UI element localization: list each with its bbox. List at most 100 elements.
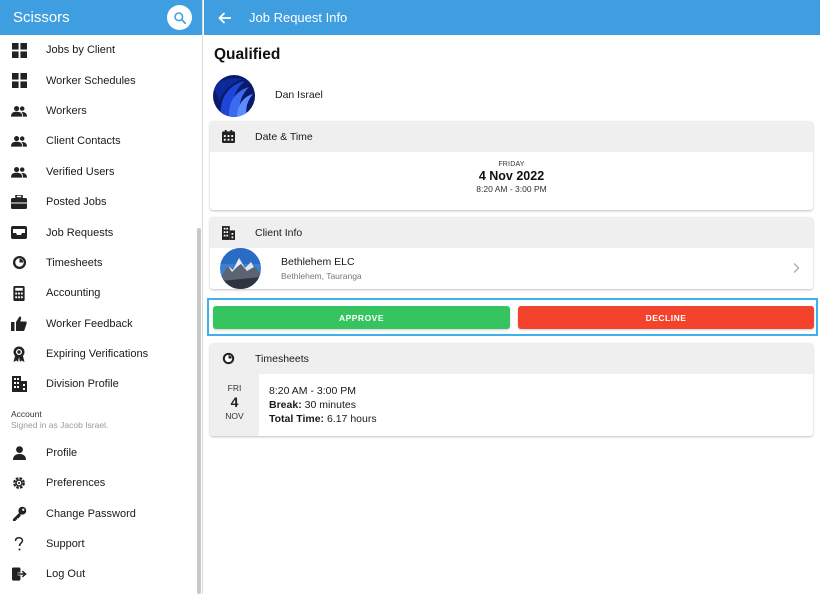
timesheet-details: 8:20 AM - 3:00 PM Break: 30 minutes Tota… <box>259 374 377 436</box>
client-photo <box>220 248 261 289</box>
sidebar-item-label: Preferences <box>46 477 106 490</box>
request-status: Qualified <box>214 46 281 63</box>
sidebar-item-label: Change Password <box>46 507 136 520</box>
app-title: Scissors <box>13 9 70 26</box>
search-icon <box>173 11 186 24</box>
sidebar-item-preferences[interactable]: Preferences <box>0 468 195 498</box>
client-info-card: Client Info Bethlehem ELC Bethlehem, Tau… <box>210 217 813 289</box>
back-button[interactable] <box>216 9 234 27</box>
sidebar-item-job-requests[interactable]: Job Requests <box>0 217 195 247</box>
building-icon <box>221 225 235 240</box>
timesheet-entry[interactable]: FRI 4 NOV 8:20 AM - 3:00 PM Break: 30 mi… <box>210 374 813 436</box>
break-value: 30 minutes <box>301 399 356 411</box>
people-icon <box>11 103 27 119</box>
sidebar-item-verified-users[interactable]: Verified Users <box>0 157 195 187</box>
sidebar-item-workers[interactable]: Workers <box>0 96 195 126</box>
sidebar-item-accounting[interactable]: Accounting <box>0 278 195 308</box>
sidebar-item-change-password[interactable]: Change Password <box>0 498 195 528</box>
decline-button[interactable]: DECLINE <box>518 306 814 329</box>
sidebar-item-worker-feedback[interactable]: Worker Feedback <box>0 309 195 339</box>
calculator-icon <box>11 285 27 301</box>
signed-in-text: Signed in as Jacob Israel. <box>11 419 109 430</box>
account-section: Account Signed in as Jacob Israel. <box>0 400 195 438</box>
person-icon <box>11 445 27 461</box>
sidebar-item-log-out[interactable]: Log Out <box>0 559 195 589</box>
page-title: Job Request Info <box>249 10 348 25</box>
sidebar-item-client-contacts[interactable]: Client Contacts <box>0 126 195 156</box>
top-app-bar: Job Request Info <box>204 0 820 35</box>
date-time-body: FRIDAY 4 Nov 2022 8:20 AM - 3:00 PM <box>210 152 813 194</box>
timesheets-card: Timesheets FRI 4 NOV 8:20 AM - 3:00 PM B… <box>210 343 813 436</box>
logout-icon <box>11 566 27 582</box>
sidebar-item-label: Posted Jobs <box>46 196 107 209</box>
settings-icon <box>11 475 27 491</box>
timesheets-header: Timesheets <box>210 343 813 374</box>
sidebar-item-division-profile[interactable]: Division Profile <box>0 369 195 399</box>
client-details: Bethlehem ELC Bethlehem, Tauranga <box>281 256 362 281</box>
timesheet-break: Break: 30 minutes <box>269 398 377 412</box>
sidebar-item-expiring-verifications[interactable]: Expiring Verifications <box>0 339 195 369</box>
sidebar-item-label: Division Profile <box>46 378 119 391</box>
timesheet-day: 4 <box>230 394 239 410</box>
date-time-card: Date & Time FRIDAY 4 Nov 2022 8:20 AM - … <box>210 121 813 210</box>
content-area: Qualified Dan Israel Date & Time FRIDAY … <box>204 35 820 594</box>
account-heading: Account <box>11 408 42 419</box>
award-icon <box>11 346 27 363</box>
sidebar-item-label: Jobs by Client <box>46 44 116 57</box>
grid-icon <box>11 42 27 58</box>
client-row[interactable]: Bethlehem ELC Bethlehem, Tauranga <box>210 248 813 289</box>
sidebar-item-label: Client Contacts <box>46 135 121 148</box>
timesheet-date: FRI 4 NOV <box>210 374 259 436</box>
total-value: 6.17 hours <box>324 413 377 425</box>
calendar-icon <box>221 130 235 144</box>
people-icon <box>11 133 27 149</box>
briefcase-icon <box>11 194 27 210</box>
thumbs-up-icon <box>11 316 27 332</box>
sidebar-item-label: Log Out <box>46 568 86 581</box>
sidebar-item-label: Support <box>46 538 85 551</box>
key-icon <box>11 506 27 522</box>
sidebar-item-label: Expiring Verifications <box>46 348 149 361</box>
stopwatch-icon <box>11 255 27 271</box>
people-icon <box>11 164 27 180</box>
timesheet-weekday: FRI <box>227 383 242 393</box>
sidebar-scrollbar[interactable] <box>197 228 201 594</box>
total-label: Total Time: <box>269 413 325 425</box>
sidebar: Scissors Jobs by Client Worker Schedules… <box>0 0 203 594</box>
job-date: 4 Nov 2022 <box>478 169 545 183</box>
inbox-icon <box>11 225 27 241</box>
timesheets-heading: Timesheets <box>255 352 309 365</box>
sidebar-menu: Jobs by Client Worker Schedules Workers … <box>0 35 195 590</box>
question-icon <box>11 536 27 552</box>
sidebar-item-label: Worker Feedback <box>46 317 133 330</box>
sidebar-item-label: Verified Users <box>46 165 115 178</box>
grid-icon <box>11 73 27 89</box>
action-buttons: APPROVE DECLINE <box>207 298 818 336</box>
sidebar-item-label: Worker Schedules <box>46 74 136 87</box>
client-name: Bethlehem ELC <box>281 256 355 268</box>
sidebar-item-label: Profile <box>46 446 78 459</box>
weekday-label: FRIDAY <box>498 161 525 168</box>
sidebar-item-label: Timesheets <box>46 256 103 269</box>
approve-button[interactable]: APPROVE <box>213 306 510 329</box>
client-info-header: Client Info <box>210 217 813 248</box>
date-time-heading: Date & Time <box>255 130 313 143</box>
sidebar-item-posted-jobs[interactable]: Posted Jobs <box>0 187 195 217</box>
search-button[interactable] <box>167 5 192 30</box>
sidebar-header: Scissors <box>0 0 202 35</box>
sidebar-item-label: Job Requests <box>46 226 114 239</box>
worker-name: Dan Israel <box>275 89 323 101</box>
timesheet-total: Total Time: 6.17 hours <box>269 412 377 426</box>
client-location: Bethlehem, Tauranga <box>281 271 362 281</box>
break-label: Break: <box>269 399 302 411</box>
sidebar-item-jobs-by-client[interactable]: Jobs by Client <box>0 35 195 65</box>
main-panel: Job Request Info Qualified Dan Israel Da… <box>204 0 820 594</box>
sidebar-item-profile[interactable]: Profile <box>0 438 195 468</box>
sidebar-item-worker-schedules[interactable]: Worker Schedules <box>0 65 195 95</box>
building-icon <box>11 376 27 393</box>
sidebar-item-support[interactable]: Support <box>0 529 195 559</box>
timesheet-time-range: 8:20 AM - 3:00 PM <box>269 385 356 397</box>
timesheet-month: NOV <box>225 411 244 421</box>
sidebar-item-label: Workers <box>46 104 87 117</box>
sidebar-item-timesheets[interactable]: Timesheets <box>0 248 195 278</box>
